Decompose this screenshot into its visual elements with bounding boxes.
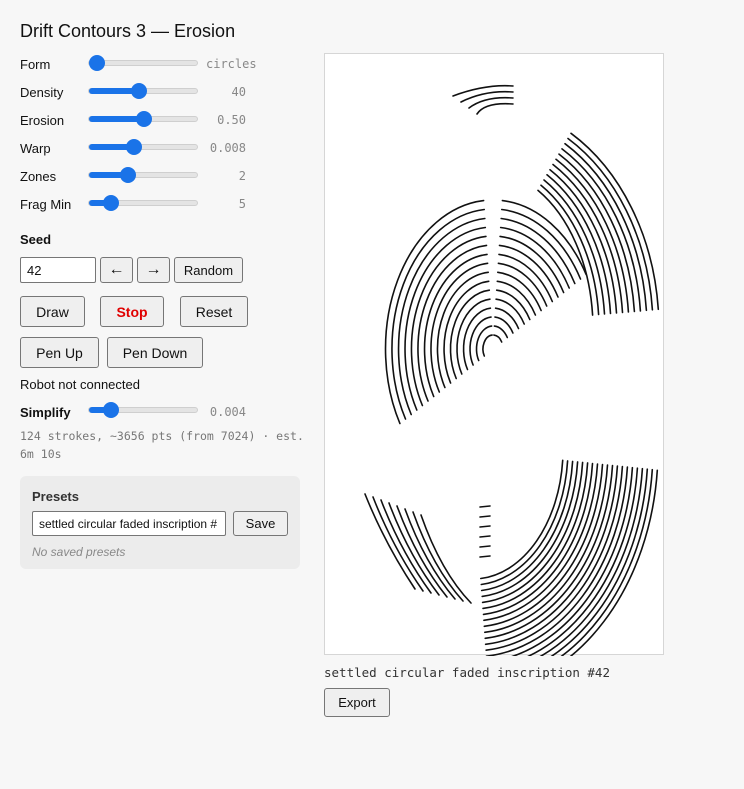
presets-title: Presets (32, 489, 79, 504)
contour-stroke-76 (479, 505, 491, 508)
presets-panel: Presets Save No saved presets (20, 476, 300, 569)
contour-stroke-64 (364, 493, 416, 590)
contour-stroke-44 (480, 459, 564, 580)
drawing-canvas[interactable] (324, 53, 664, 693)
contour-stroke-4 (469, 316, 492, 366)
pen-up-button[interactable]: Pen Up (20, 337, 99, 368)
contour-stroke-27 (500, 217, 576, 285)
canvas-caption: settled circular faded inscription #42 (324, 665, 610, 680)
page-title: Drift Contours 3 — Erosion (20, 21, 236, 41)
zones-value: 2 (238, 169, 246, 183)
slider-row-form: Form circles (20, 52, 300, 80)
zones-thumb[interactable] (120, 167, 136, 183)
preset-name-input[interactable] (32, 511, 226, 536)
contour-stroke-79 (479, 535, 491, 538)
no-presets-text: No saved presets (32, 545, 126, 559)
frag-min-label: Frag Min (20, 197, 72, 212)
robot-status: Robot not connected (20, 377, 140, 392)
contour-stroke-55 (484, 465, 619, 646)
erosion-slider[interactable] (88, 111, 198, 127)
contour-stroke-80 (479, 545, 491, 548)
frag-min-value: 5 (238, 197, 246, 211)
contour-stroke-58 (486, 466, 634, 663)
frag-min-slider[interactable] (88, 195, 198, 211)
seed-label: Seed (20, 232, 52, 247)
zones-slider[interactable] (88, 167, 198, 183)
simplify-label: Simplify (20, 405, 71, 420)
controls-panel: Form circles Density 40 Erosion 0.50 Warp 0.008… (20, 52, 300, 220)
simplify-value: 0.004 (209, 405, 246, 419)
slider-list: Form circles Density 40 Erosion 0.50 Warp 0.008… (20, 52, 300, 220)
contour-stroke-56 (485, 465, 624, 651)
density-value: 40 (231, 85, 246, 99)
slider-row-frag-min: Frag Min 5 (20, 192, 300, 220)
erosion-thumb[interactable] (136, 111, 152, 127)
contour-stroke-75 (476, 102, 514, 115)
save-preset-button[interactable]: Save (233, 511, 288, 536)
slider-row-density: Density 40 (20, 80, 300, 108)
reset-button[interactable]: Reset (180, 296, 248, 327)
contour-stroke-77 (479, 515, 491, 518)
stop-button[interactable]: Stop (100, 296, 164, 327)
form-value: circles (206, 57, 257, 71)
slider-row-zones: Zones 2 (20, 164, 300, 192)
contour-stroke-1 (493, 334, 503, 343)
form-label: Form (20, 57, 51, 72)
draw-button[interactable]: Draw (20, 296, 85, 327)
contour-stroke-78 (479, 525, 491, 528)
contour-stroke-14 (436, 271, 489, 389)
simplify-slider[interactable] (88, 402, 198, 418)
simplify-row: Simplify 0.004 (20, 398, 300, 426)
slider-row-warp: Warp 0.008 (20, 136, 300, 164)
contour-drawing (364, 84, 660, 693)
random-seed-button[interactable]: Random (174, 257, 243, 283)
contour-stroke-65 (372, 496, 424, 592)
warp-value: 0.008 (209, 141, 246, 155)
contour-stroke-81 (479, 555, 491, 558)
contour-stroke-62 (487, 468, 654, 687)
density-thumb[interactable] (131, 83, 147, 99)
density-slider[interactable] (88, 83, 198, 99)
form-thumb[interactable] (89, 55, 105, 71)
contour-stroke-11 (495, 289, 531, 321)
contour-stroke-26 (397, 217, 486, 416)
contour-stroke-51 (483, 463, 599, 622)
pen-down-button[interactable]: Pen Down (107, 337, 203, 368)
contour-stroke-23 (499, 235, 565, 294)
form-slider[interactable] (88, 55, 198, 71)
export-button[interactable]: Export (324, 688, 390, 717)
seed-next-button[interactable]: → (137, 257, 170, 283)
seed-input[interactable] (20, 257, 96, 283)
zones-label: Zones (20, 169, 57, 184)
simplify-thumb[interactable] (103, 402, 119, 418)
contour-stroke-74 (468, 96, 514, 109)
contour-stroke-46 (480, 460, 574, 592)
warp-thumb[interactable] (126, 139, 142, 155)
erosion-value: 0.50 (217, 113, 246, 127)
contour-stroke-45 (480, 460, 569, 586)
warp-slider[interactable] (88, 139, 198, 155)
frag-min-thumb[interactable] (103, 195, 119, 211)
seed-prev-button[interactable]: ← (100, 257, 133, 283)
erosion-label: Erosion (20, 113, 65, 128)
contour-stroke-0 (482, 334, 493, 357)
density-label: Density (20, 85, 64, 100)
stroke-stats: 124 strokes, ~3656 pts (from 7024) · est… (20, 429, 304, 461)
slider-row-erosion: Erosion 0.50 (20, 108, 300, 136)
warp-label: Warp (20, 141, 51, 156)
